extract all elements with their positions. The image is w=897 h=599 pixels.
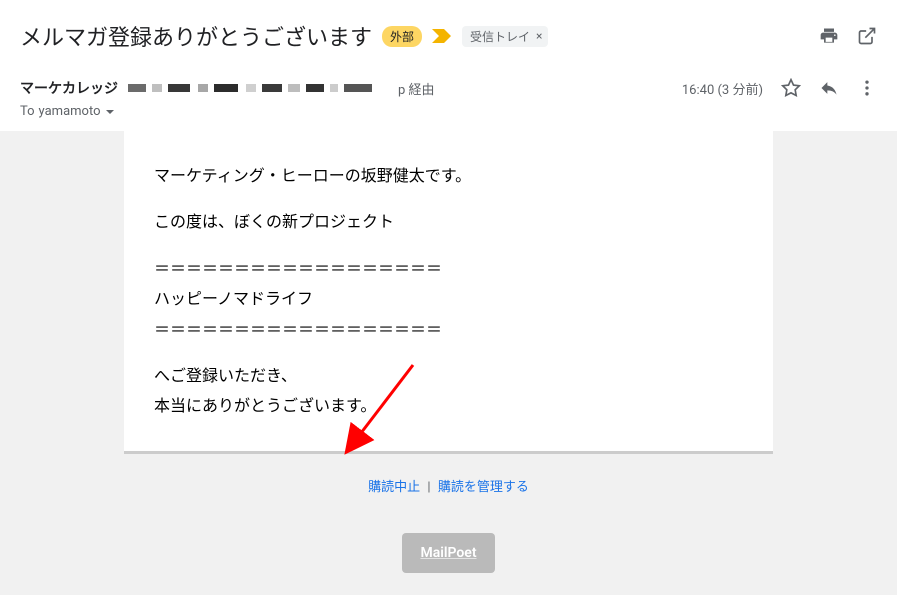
reply-icon[interactable] — [819, 78, 839, 98]
email-footer-links: 購読中止 | 購読を管理する — [124, 454, 773, 505]
body-divider: ＝＝＝＝＝＝＝＝＝＝＝＝＝＝＝＝＝＝ — [154, 315, 743, 345]
mailpoet-badge[interactable]: MailPoet — [402, 533, 494, 573]
open-new-window-icon[interactable] — [857, 26, 877, 46]
label-chip-inbox[interactable]: 受信トレイ × — [462, 26, 548, 47]
chevron-down-icon[interactable] — [105, 107, 115, 117]
external-badge: 外部 — [382, 26, 422, 47]
body-title: ハッピーノマドライフ — [154, 284, 743, 314]
body-line: 本当にありがとうございます。 — [154, 391, 743, 421]
body-divider: ＝＝＝＝＝＝＝＝＝＝＝＝＝＝＝＝＝＝ — [154, 254, 743, 284]
manage-subscription-link[interactable]: 購読を管理する — [438, 480, 529, 495]
footer-separator: | — [427, 480, 430, 495]
more-icon[interactable] — [857, 78, 877, 98]
unsubscribe-link[interactable]: 購読中止 — [368, 480, 420, 495]
sender-address-redacted — [128, 79, 388, 98]
body-line: マーケティング・ヒーローの坂野健太です。 — [154, 161, 743, 191]
to-name: yamamoto — [39, 104, 101, 119]
label-chip-text: 受信トレイ — [470, 28, 530, 45]
remove-label-icon[interactable]: × — [534, 29, 544, 43]
importance-marker-icon[interactable] — [432, 29, 452, 43]
sender-via: p 経由 — [398, 79, 435, 98]
sender-name: マーケカレッジ — [20, 78, 118, 98]
print-icon[interactable] — [819, 26, 839, 46]
email-body-area: マーケティング・ヒーローの坂野健太です。 この度は、ぼくの新プロジェクト ＝＝＝… — [0, 131, 897, 595]
recipient-row[interactable]: To yamamoto — [0, 102, 897, 131]
to-prefix: To — [20, 104, 35, 119]
email-body: マーケティング・ヒーローの坂野健太です。 この度は、ぼくの新プロジェクト ＝＝＝… — [124, 131, 773, 454]
body-line: この度は、ぼくの新プロジェクト — [154, 207, 743, 237]
body-line: へご登録いただき、 — [154, 361, 743, 391]
email-time: 16:40 (3 分前) — [682, 79, 763, 98]
email-subject: メルマガ登録ありがとうございます — [20, 20, 372, 52]
star-icon[interactable] — [781, 78, 801, 98]
